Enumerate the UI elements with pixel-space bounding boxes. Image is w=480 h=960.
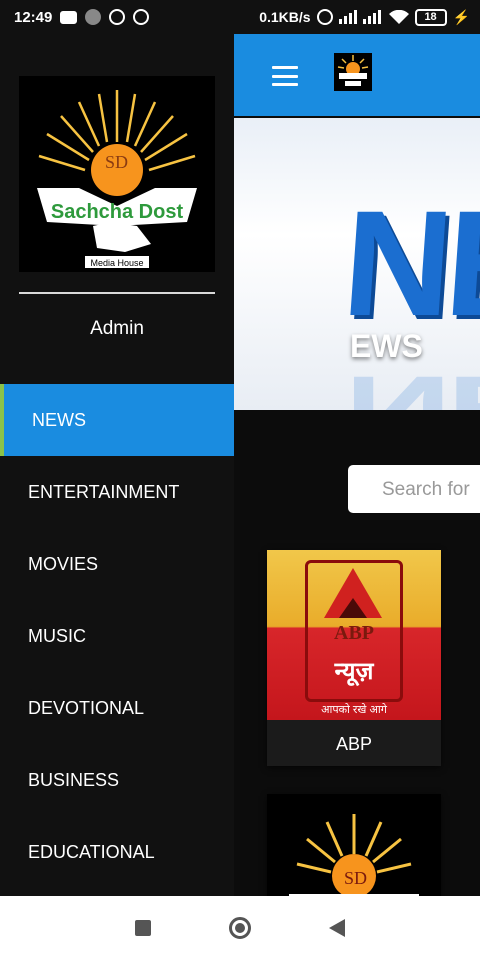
drawer-menu: NEWS ENTERTAINMENT MOVIES MUSIC DEVOTION…	[0, 384, 234, 888]
notification-dot-icon	[85, 9, 102, 25]
hamburger-icon[interactable]	[272, 66, 298, 86]
abp-logo-tagline: आपको रखे आगे	[321, 704, 387, 716]
main-content: NE NE EWS Search for ABP न्यूज़ आपको रखे…	[234, 34, 480, 896]
status-bar: 12:49 0.1KB/s 18 ⚡	[0, 0, 480, 34]
charging-icon: ⚡	[452, 8, 470, 25]
abp-logo-text: ABP	[334, 622, 374, 644]
back-icon[interactable]	[329, 919, 345, 937]
battery-icon: 18	[414, 8, 447, 26]
sachcha-dost-logo: SD Sachcha Dost Media House	[19, 76, 215, 272]
menu-item-educational[interactable]: EDUCATIONAL	[0, 816, 234, 888]
menu-item-news[interactable]: NEWS	[0, 384, 234, 456]
abp-triangle-inner	[339, 598, 367, 618]
menu-item-business[interactable]: BUSINESS	[0, 744, 234, 816]
channel-logo-sachcha-dost: SD	[267, 794, 441, 896]
app-bar	[234, 34, 480, 116]
menu-item-movies[interactable]: MOVIES	[0, 528, 234, 600]
channel-card[interactable]: ABP न्यूज़ आपको रखे आगे ABP	[267, 550, 441, 766]
status-time: 12:49	[14, 8, 53, 26]
alarm-icon	[316, 9, 333, 25]
abp-logo-hindi: न्यूज़	[334, 658, 374, 685]
b-app-icon	[133, 9, 150, 25]
signal-icon	[338, 10, 381, 24]
banner-reflection: NE	[344, 357, 480, 410]
recents-icon[interactable]	[135, 920, 151, 936]
battery-level: 18	[424, 11, 437, 23]
channel-name: ABP	[335, 734, 373, 754]
wifi-icon	[388, 9, 409, 24]
search-input[interactable]: Search for	[348, 465, 480, 513]
system-nav-bar	[0, 896, 480, 960]
logo-brand: Sachcha Dost	[51, 201, 184, 223]
banner-title: EWS	[350, 328, 423, 364]
svg-text:SD: SD	[344, 868, 367, 888]
message-icon	[60, 10, 78, 24]
drawer-divider	[19, 292, 215, 294]
network-speed: 0.1KB/s	[259, 9, 311, 25]
logo-initials: SD	[105, 152, 128, 172]
menu-item-music[interactable]: MUSIC	[0, 600, 234, 672]
whatsapp-icon	[109, 9, 126, 25]
news-banner[interactable]: NE NE EWS	[234, 118, 480, 410]
banner-graphic-text: NE	[338, 179, 480, 347]
channel-card[interactable]: SD	[267, 794, 441, 896]
user-name: Admin	[90, 318, 144, 339]
drawer-header: SD Sachcha Dost Media House Admin	[0, 34, 234, 384]
navigation-drawer: SD Sachcha Dost Media House Admin NEWS E…	[0, 34, 234, 896]
logo-subtitle: Media House	[90, 258, 143, 268]
menu-item-devotional[interactable]: DEVOTIONAL	[0, 672, 234, 744]
home-icon[interactable]	[229, 917, 251, 939]
app-logo-icon	[334, 53, 372, 91]
channel-logo-abp: ABP न्यूज़ आपको रखे आगे	[267, 550, 441, 720]
menu-item-entertainment[interactable]: ENTERTAINMENT	[0, 456, 234, 528]
